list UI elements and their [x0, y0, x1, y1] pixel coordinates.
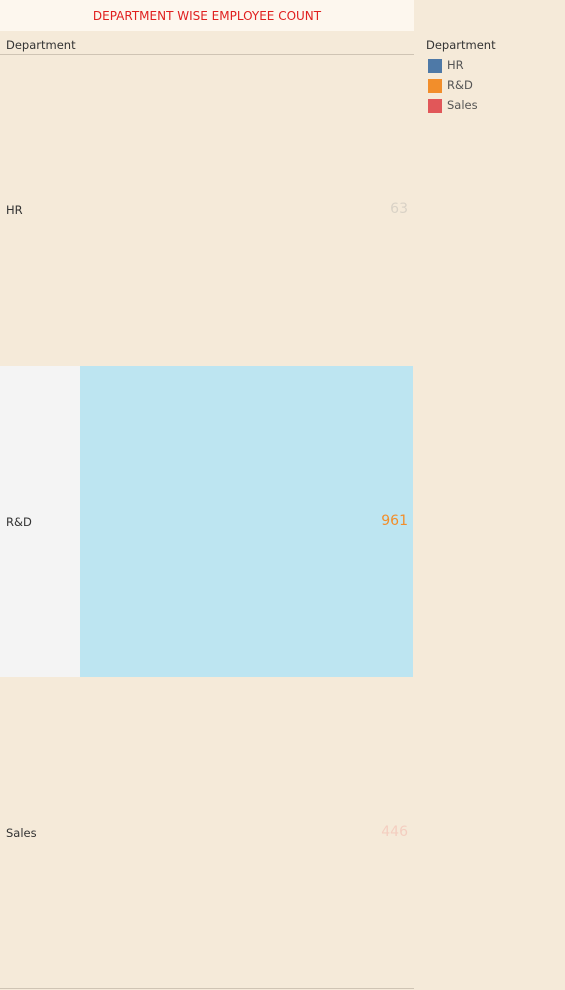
color-legend: Department HR R&D Sales — [426, 38, 496, 116]
legend-label-rnd: R&D — [447, 78, 473, 92]
row-value-hr: 63 — [390, 201, 408, 217]
row-value-sales: 446 — [381, 824, 408, 840]
legend-label-sales: Sales — [447, 98, 478, 112]
legend-swatch-hr — [428, 59, 442, 73]
legend-title: Department — [426, 38, 496, 52]
viz-title: DEPARTMENT WISE EMPLOYEE COUNT — [0, 0, 414, 31]
row-value-cell-selected — [80, 366, 413, 677]
table-row-hr[interactable]: HR 63 — [0, 55, 413, 366]
department-column-header[interactable]: Department — [6, 38, 76, 52]
legend-item-hr[interactable]: HR — [426, 56, 496, 76]
legend-item-rnd[interactable]: R&D — [426, 76, 496, 96]
table-row-rnd[interactable]: R&D 961 — [0, 366, 413, 677]
row-label-rnd: R&D — [6, 515, 32, 529]
legend-item-sales[interactable]: Sales — [426, 96, 496, 116]
row-value-rnd: 961 — [381, 513, 408, 529]
legend-swatch-sales — [428, 99, 442, 113]
legend-label-hr: HR — [447, 58, 464, 72]
bottom-divider — [0, 988, 414, 989]
legend-swatch-rnd — [428, 79, 442, 93]
row-label-hr: HR — [6, 203, 23, 217]
table-row-sales[interactable]: Sales 446 — [0, 677, 413, 988]
row-label-sales: Sales — [6, 826, 37, 840]
